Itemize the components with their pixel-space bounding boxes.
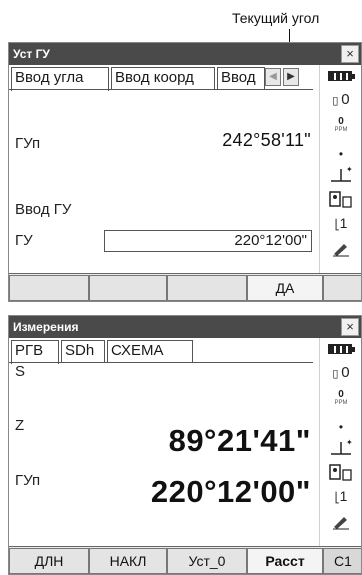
pencil-icon[interactable] (320, 514, 361, 534)
target-icon[interactable] (320, 189, 361, 213)
softkey-5[interactable] (323, 275, 361, 301)
tab-scroll-right-icon[interactable]: ▶ (283, 68, 299, 86)
measure-button[interactable]: Расст (247, 548, 323, 574)
tab-coord-input[interactable]: Ввод коорд (111, 67, 215, 89)
page-c1-button[interactable]: C1 (323, 548, 361, 574)
set-hz-angle-window: Уст ГУ × Ввод угла Ввод коорд Ввод ◀ ▶ Г… (8, 42, 362, 302)
ok-button[interactable]: ДА (247, 275, 323, 301)
hz-angle-input[interactable]: 220°12'00" (104, 230, 312, 252)
window-titlebar: Измерения × (9, 316, 361, 338)
status-sidebar: ▯ 0 0 PPM • ✦ ⎣1 (319, 65, 361, 273)
battery-icon (320, 65, 361, 87)
tab-scroll-left-icon[interactable]: ◀ (265, 68, 281, 86)
tilt-button[interactable]: НАКЛ (89, 548, 167, 574)
tab-sdh[interactable]: SDh (61, 340, 105, 362)
level-indicator[interactable]: ⎣1 (320, 215, 361, 239)
window-title: Измерения (13, 320, 79, 334)
measurement-window: Измерения × РГВ SDh СХЕМА S Z 89°21'41" … (8, 315, 362, 575)
ppm-indicator[interactable]: 0 PPM (320, 389, 361, 414)
laser-dot-indicator[interactable]: • (320, 147, 361, 161)
prism-indicator[interactable]: ▯ 0 (320, 364, 361, 386)
close-button[interactable]: × (341, 45, 359, 63)
zenith-value: 89°21'41" (168, 423, 311, 458)
softkey-3[interactable] (167, 275, 247, 301)
hz-right-label: ГУп (15, 135, 41, 152)
ppm-indicator[interactable]: 0 PPM (320, 116, 361, 141)
tab-angle-input[interactable]: Ввод угла (11, 67, 109, 91)
tilt-icon[interactable]: ✦ (320, 163, 361, 187)
svg-text:✦: ✦ (346, 165, 353, 174)
battery-icon (320, 338, 361, 360)
pencil-icon[interactable] (320, 241, 361, 261)
level-number: 1 (339, 488, 348, 504)
prism-indicator[interactable]: ▯ 0 (320, 91, 361, 113)
prism-constant: 0 (341, 364, 350, 381)
status-sidebar: ▯ 0 0 PPM • ✦ ⎣1 (319, 338, 361, 546)
softkey-bar: ДЛН НАКЛ Уст_0 Расст C1 (9, 546, 361, 574)
ppm-label: PPM (334, 127, 348, 133)
ppm-label: PPM (334, 400, 348, 406)
laser-dot-indicator[interactable]: • (320, 420, 361, 434)
tab-rgv[interactable]: РГВ (11, 340, 59, 364)
ppm-value: 0 (338, 389, 344, 400)
tab-input-more[interactable]: Ввод (217, 67, 265, 89)
softkey-2[interactable] (89, 275, 167, 301)
close-button[interactable]: × (341, 318, 359, 336)
callout-current-angle: Текущий угол (232, 10, 320, 26)
slope-distance-label: S (15, 363, 26, 380)
svg-text:✦: ✦ (346, 438, 353, 447)
prism-icon: ▯ (332, 95, 339, 107)
window-titlebar: Уст ГУ × (9, 43, 361, 65)
tab-divider (9, 89, 313, 90)
tab-divider (9, 362, 313, 363)
hz-angle-label: ГУ (15, 232, 33, 249)
prism-icon: ▯ (332, 368, 339, 380)
target-icon[interactable] (320, 462, 361, 486)
softkey-bar: ДА (9, 273, 361, 301)
prism-constant: 0 (341, 91, 350, 108)
hz-right-value: 242°58'11" (222, 130, 311, 150)
zenith-label: Z (15, 417, 25, 434)
window-title: Уст ГУ (13, 47, 50, 61)
tilt-icon[interactable]: ✦ (320, 436, 361, 460)
level-indicator[interactable]: ⎣1 (320, 488, 361, 512)
softkey-1[interactable] (9, 275, 89, 301)
hz-right-value: 220°12'00" (150, 474, 311, 509)
dist-button[interactable]: ДЛН (9, 548, 89, 574)
tab-scheme[interactable]: СХЕМА (107, 340, 193, 362)
input-hz-title: Ввод ГУ (15, 201, 72, 218)
ppm-value: 0 (338, 116, 344, 127)
set-zero-button[interactable]: Уст_0 (167, 548, 247, 574)
hz-right-label: ГУп (15, 472, 41, 489)
level-number: 1 (339, 215, 348, 231)
